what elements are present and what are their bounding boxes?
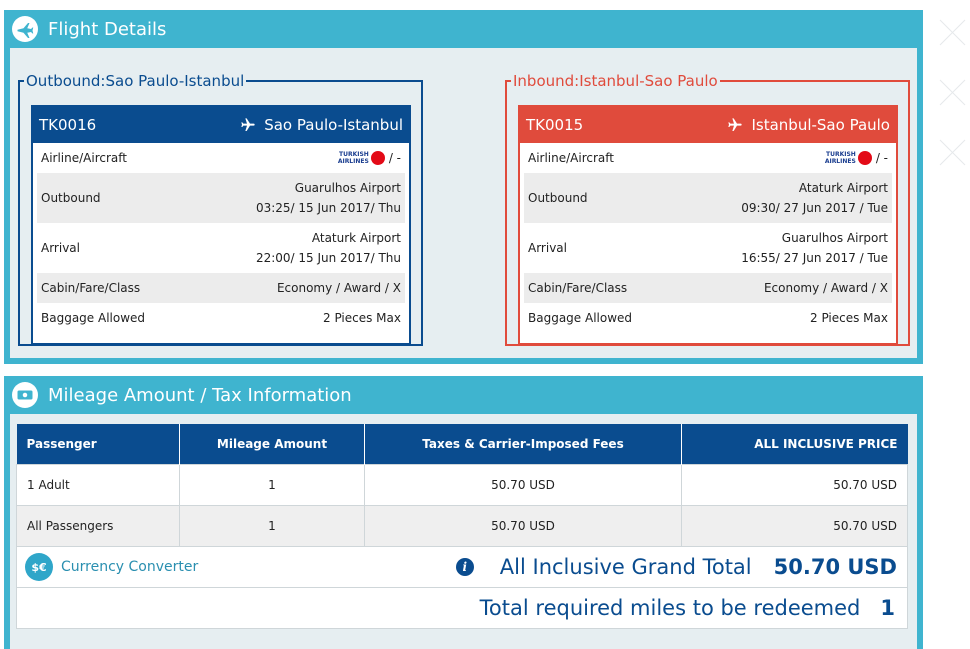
outbound-legend: Outbound:Sao Paulo-Istanbul	[26, 72, 245, 90]
cabin-value: Economy / Award / X	[763, 281, 888, 295]
inbound-card-header: TK0015 Istanbul-Sao Paulo	[520, 107, 896, 143]
decorative-pattern	[939, 19, 966, 166]
mileage-header: Mileage Amount / Tax Information	[4, 376, 923, 414]
cabin-label: Cabin/Fare/Class	[41, 281, 141, 295]
passenger-cell: All Passengers	[16, 504, 180, 547]
outbound-row: Outbound Ataturk Airport 09:30/ 27 Jun 2…	[524, 173, 892, 223]
miles-cell: 1	[179, 504, 365, 547]
airline-label: Airline/Aircraft	[528, 151, 614, 165]
mileage-panel: Mileage Amount / Tax Information Passeng…	[4, 376, 923, 649]
flight-details-title: Flight Details	[48, 18, 167, 40]
mileage-table: Passenger Mileage Amount Taxes & Carrier…	[16, 424, 908, 547]
cabin-value: Economy / Award / X	[276, 281, 401, 295]
arrival-airport: Guarulhos Airport	[781, 231, 888, 245]
inbound-route: Istanbul-Sao Paulo	[751, 116, 890, 134]
currency-converter-label: Currency Converter	[61, 559, 199, 575]
miles-cell: 1	[179, 463, 365, 506]
plane-icon	[241, 118, 255, 131]
outbound-time: 09:30/ 27 Jun 2017 / Tue	[741, 201, 888, 215]
arrival-label: Arrival	[528, 241, 567, 255]
outbound-label: Outbound	[41, 191, 101, 205]
price-cell: 50.70 USD	[681, 504, 908, 547]
baggage-row: Baggage Allowed 2 Pieces Max	[37, 303, 405, 333]
baggage-value: 2 Pieces Max	[323, 311, 401, 325]
mileage-body: Passenger Mileage Amount Taxes & Carrier…	[10, 414, 917, 649]
flight-details-header: Flight Details	[4, 10, 923, 48]
outbound-card-header: TK0016 Sao Paulo-Istanbul	[33, 107, 409, 143]
outbound-airport: Ataturk Airport	[798, 181, 888, 195]
outbound-time: 03:25/ 15 Jun 2017/ Thu	[255, 201, 401, 215]
table-row: 1 Adult 1 50.70 USD 50.70 USD	[16, 463, 908, 506]
taxes-cell: 50.70 USD	[364, 504, 682, 547]
col-price: ALL INCLUSIVE PRICE	[681, 424, 908, 464]
total-miles-value: 1	[880, 596, 895, 620]
col-mileage: Mileage Amount	[179, 424, 365, 464]
outbound-airport: Guarulhos Airport	[294, 181, 401, 195]
currency-converter-icon: $€	[25, 553, 53, 581]
total-miles-row: Total required miles to be redeemed 1	[16, 587, 908, 629]
col-passenger: Passenger	[16, 424, 180, 464]
cabin-row: Cabin/Fare/Class Economy / Award / X	[37, 273, 405, 303]
plane-outline-icon	[12, 16, 38, 42]
taxes-cell: 50.70 USD	[364, 463, 682, 506]
outbound-leg: Outbound:Sao Paulo-Istanbul TK0016 Sao P…	[18, 72, 423, 346]
plane-icon	[728, 118, 743, 131]
arrival-time: 16:55/ 27 Jun 2017 / Tue	[741, 251, 888, 265]
outbound-row: Outbound Guarulhos Airport 03:25/ 15 Jun…	[37, 173, 405, 223]
flight-details-panel: Flight Details Outbound:Sao Paulo-Istanb…	[4, 10, 923, 364]
arrival-row: Arrival Guarulhos Airport 16:55/ 27 Jun …	[524, 223, 892, 273]
turkish-airlines-logo: TURKISH AIRLINES	[338, 151, 385, 165]
col-taxes: Taxes & Carrier-Imposed Fees	[364, 424, 682, 464]
total-miles-label: Total required miles to be redeemed	[479, 596, 861, 620]
baggage-label: Baggage Allowed	[41, 311, 146, 325]
arrival-row: Arrival Ataturk Airport 22:00/ 15 Jun 20…	[37, 223, 405, 273]
cabin-row: Cabin/Fare/Class Economy / Award / X	[524, 273, 892, 303]
outbound-route: Sao Paulo-Istanbul	[264, 116, 403, 134]
airline-row: Airline/Aircraft TURKISH AIRLINES / -	[37, 143, 405, 173]
grand-total-row: $€ Currency Converter i All Inclusive Gr…	[16, 546, 908, 588]
inbound-card: TK0015 Istanbul-Sao Paulo Airline/Aircra…	[518, 105, 898, 345]
airline-label: Airline/Aircraft	[41, 151, 127, 165]
airline-row: Airline/Aircraft TURKISH AIRLINES / -	[524, 143, 892, 173]
arrival-label: Arrival	[41, 241, 80, 255]
inbound-flight-number: TK0015	[526, 116, 584, 134]
aircraft-value: / -	[875, 151, 888, 165]
mileage-title: Mileage Amount / Tax Information	[48, 384, 352, 406]
grand-total-label: All Inclusive Grand Total	[499, 555, 752, 579]
arrival-airport: Ataturk Airport	[311, 231, 401, 245]
baggage-value: 2 Pieces Max	[810, 311, 888, 325]
info-icon[interactable]: i	[455, 558, 474, 576]
price-cell: 50.70 USD	[681, 463, 908, 506]
inbound-legend: Inbound:Istanbul-Sao Paulo	[513, 72, 718, 90]
turkish-airlines-logo: TURKISH AIRLINES	[825, 151, 872, 165]
flight-details-body: Outbound:Sao Paulo-Istanbul TK0016 Sao P…	[10, 48, 917, 358]
grand-total-value: 50.70 USD	[773, 555, 897, 579]
outbound-label: Outbound	[528, 191, 588, 205]
table-row: All Passengers 1 50.70 USD 50.70 USD	[16, 504, 908, 547]
baggage-row: Baggage Allowed 2 Pieces Max	[524, 303, 892, 333]
inbound-leg: Inbound:Istanbul-Sao Paulo TK0015 Istanb…	[505, 72, 910, 346]
arrival-time: 22:00/ 15 Jun 2017/ Thu	[255, 251, 401, 265]
outbound-flight-number: TK0016	[39, 116, 97, 134]
aircraft-value: / -	[388, 151, 401, 165]
table-header-row: Passenger Mileage Amount Taxes & Carrier…	[16, 424, 908, 464]
baggage-label: Baggage Allowed	[528, 311, 633, 325]
cabin-label: Cabin/Fare/Class	[528, 281, 628, 295]
outbound-card: TK0016 Sao Paulo-Istanbul Airline/Aircra…	[31, 105, 411, 345]
passenger-cell: 1 Adult	[16, 463, 180, 506]
currency-converter-link[interactable]: $€ Currency Converter	[25, 553, 198, 581]
money-icon	[12, 382, 38, 408]
